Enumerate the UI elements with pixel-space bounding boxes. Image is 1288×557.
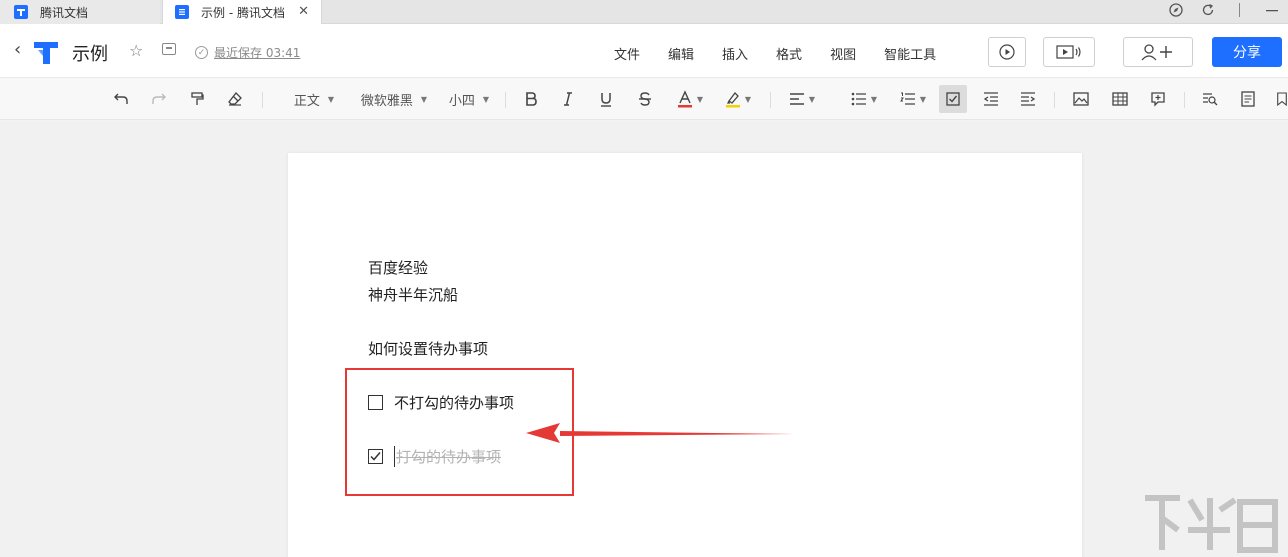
more-tools-icon[interactable] xyxy=(1276,88,1288,110)
bullet-list-dropdown[interactable]: ▼ xyxy=(846,88,882,110)
toolbar-divider xyxy=(262,92,263,108)
vertical-divider xyxy=(1224,3,1256,21)
bullet-list-icon xyxy=(851,92,866,106)
word-count-icon[interactable] xyxy=(1237,88,1259,110)
paragraph-line[interactable]: 神舟半年沉船 xyxy=(368,284,458,305)
menu-format[interactable]: 格式 xyxy=(776,44,802,63)
tab-tencent-docs[interactable]: 腾讯文档 xyxy=(0,0,160,24)
move-to-folder-icon[interactable] xyxy=(162,43,176,55)
underline-icon[interactable] xyxy=(595,88,617,110)
screen-play-icon xyxy=(1056,45,1081,59)
caret-down-icon: ▼ xyxy=(919,94,927,104)
insert-comment-icon[interactable] xyxy=(1147,88,1169,110)
annotation-arrow xyxy=(526,423,795,443)
star-icon[interactable]: ☆ xyxy=(129,41,143,60)
tencent-docs-logo-icon[interactable] xyxy=(32,38,60,66)
document-page[interactable]: 百度经验 神舟半年沉船 如何设置待办事项 不打勾的待办事项 打勾的待办事项 xyxy=(288,153,1082,557)
align-dropdown[interactable]: ▼ xyxy=(784,88,820,110)
tencent-docs-logo-icon xyxy=(14,5,28,19)
format-toolbar: 正文 ▼ 微软雅黑 ▼ 小四 ▼ ▼ ▼ ▼ ▼ ▼ xyxy=(0,78,1288,120)
redo-icon[interactable] xyxy=(148,88,170,110)
menu-edit[interactable]: 编辑 xyxy=(668,44,694,63)
caret-down-icon: ▼ xyxy=(744,94,752,104)
align-left-icon xyxy=(789,93,804,105)
font-color-icon xyxy=(677,90,692,108)
clear-format-icon[interactable] xyxy=(224,88,246,110)
numbered-list-icon xyxy=(899,92,915,105)
add-collaborator-button[interactable] xyxy=(1123,37,1193,67)
font-size-dropdown[interactable]: 小四 ▼ xyxy=(446,88,492,110)
toolbar-divider xyxy=(505,92,506,108)
screen-cast-button[interactable] xyxy=(1043,37,1095,67)
menu-insert[interactable]: 插入 xyxy=(722,44,748,63)
paragraph-line[interactable]: 如何设置待办事项 xyxy=(368,338,488,359)
toolbar-divider xyxy=(1184,92,1185,108)
caret-down-icon: ▼ xyxy=(482,94,490,104)
share-button[interactable]: 分享 xyxy=(1212,37,1282,67)
paragraph-style-value: 正文 xyxy=(293,93,320,109)
todo-checkbox-tool[interactable] xyxy=(939,85,967,113)
caret-down-icon: ▼ xyxy=(870,94,878,104)
find-replace-icon[interactable] xyxy=(1199,88,1221,110)
menu-bar: 文件 编辑 插入 格式 视图 智能工具 xyxy=(614,44,964,63)
numbered-list-dropdown[interactable]: ▼ xyxy=(895,88,931,110)
indent-icon[interactable] xyxy=(1017,88,1039,110)
check-circle-icon: ✓ xyxy=(195,46,208,59)
add-user-icon xyxy=(1141,44,1172,61)
bold-icon[interactable] xyxy=(520,88,542,110)
play-icon xyxy=(999,44,1015,60)
present-button[interactable] xyxy=(988,37,1026,67)
caret-down-icon: ▼ xyxy=(808,94,816,104)
menu-smart-tools[interactable]: 智能工具 xyxy=(884,44,936,63)
menu-file[interactable]: 文件 xyxy=(614,44,640,63)
save-status[interactable]: ✓ 最近保存 03:41 xyxy=(195,44,300,61)
paragraph-line[interactable]: 百度经验 xyxy=(368,257,428,278)
caret-down-icon: ▼ xyxy=(420,94,428,104)
tab-label: 腾讯文档 xyxy=(40,5,89,20)
outdent-icon[interactable] xyxy=(980,88,1002,110)
minimize-icon[interactable] xyxy=(1256,3,1288,21)
font-family-dropdown[interactable]: 微软雅黑 ▼ xyxy=(356,88,432,110)
close-icon[interactable]: ✕ xyxy=(298,4,309,19)
font-size-value: 小四 xyxy=(448,93,475,109)
window-controls xyxy=(1160,0,1288,24)
format-painter-icon[interactable] xyxy=(186,88,208,110)
tab-label: 示例 - 腾讯文档 xyxy=(201,5,285,20)
italic-icon[interactable] xyxy=(557,88,579,110)
highlight-color-button[interactable]: ▼ xyxy=(720,88,756,110)
page-title[interactable]: 示例 xyxy=(72,40,108,66)
caret-down-icon: ▼ xyxy=(696,94,704,104)
font-color-button[interactable]: ▼ xyxy=(672,88,708,110)
document-icon xyxy=(175,5,189,19)
toolbar-divider xyxy=(770,92,771,108)
refresh-icon[interactable] xyxy=(1192,3,1224,21)
checkbox-icon xyxy=(946,92,960,106)
document-canvas: 百度经验 神舟半年沉船 如何设置待办事项 不打勾的待办事项 打勾的待办事项 xyxy=(0,121,1288,557)
doc-header: ‹ 示例 ☆ ✓ 最近保存 03:41 文件 编辑 插入 格式 视图 智能工具 … xyxy=(0,24,1288,78)
compass-icon[interactable] xyxy=(1160,3,1192,21)
font-family-value: 微软雅黑 xyxy=(360,93,413,109)
caret-down-icon: ▼ xyxy=(327,94,335,104)
tab-example-doc[interactable]: 示例 - 腾讯文档 ✕ xyxy=(162,0,322,24)
insert-image-icon[interactable] xyxy=(1070,88,1092,110)
save-status-text: 最近保存 03:41 xyxy=(214,46,301,60)
undo-icon[interactable] xyxy=(110,88,132,110)
back-chevron-icon[interactable]: ‹ xyxy=(14,39,21,60)
strikethrough-icon[interactable] xyxy=(634,88,656,110)
highlighter-icon xyxy=(725,92,740,108)
insert-table-icon[interactable] xyxy=(1109,88,1131,110)
toolbar-divider xyxy=(1054,92,1055,108)
tab-bar: 腾讯文档 示例 - 腾讯文档 ✕ xyxy=(0,0,1288,24)
site-watermark-logo xyxy=(1145,495,1278,553)
menu-view[interactable]: 视图 xyxy=(830,44,856,63)
paragraph-style-dropdown[interactable]: 正文 ▼ xyxy=(286,88,342,110)
